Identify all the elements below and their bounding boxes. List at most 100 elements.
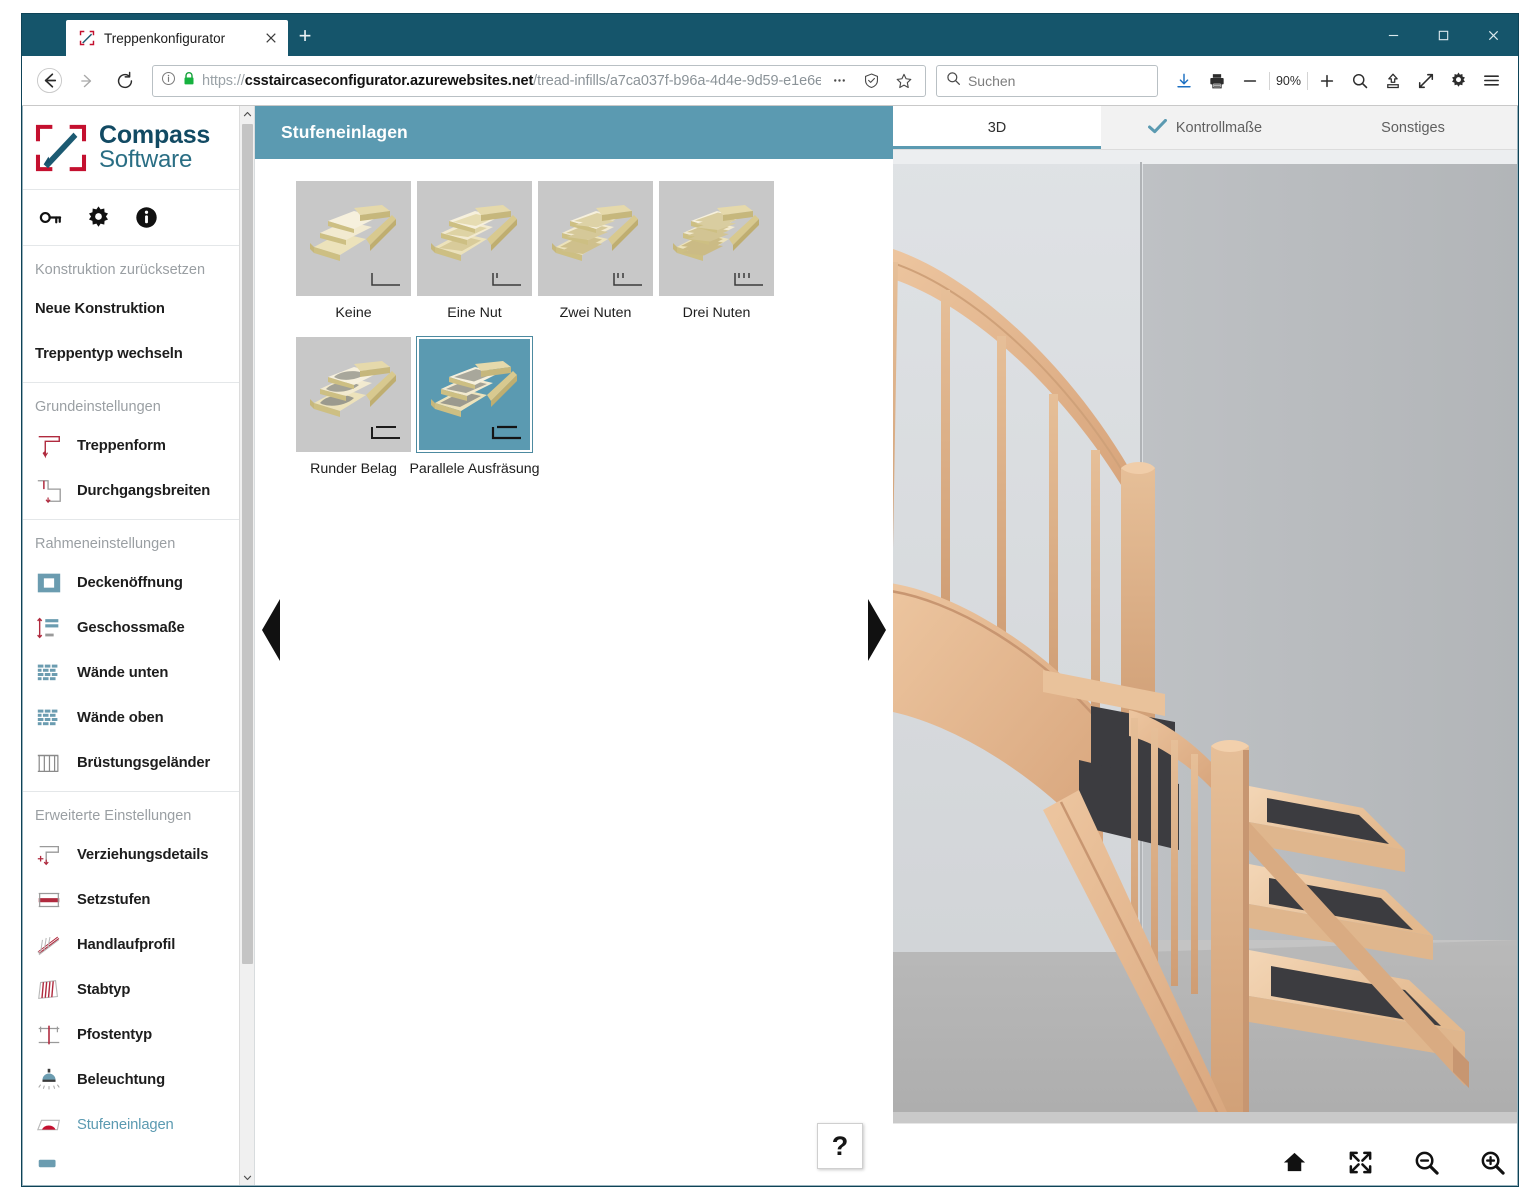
triangle-right-icon[interactable] — [863, 595, 889, 665]
option-thumbnail[interactable] — [417, 181, 532, 296]
url-host: csstaircaseconfigurator.azurewebsites.ne… — [244, 72, 534, 89]
viewer-controls — [1279, 1147, 1507, 1177]
window-close-icon[interactable] — [1468, 14, 1518, 56]
sidebar-item-verziehungsdetails[interactable]: Verziehungsdetails — [23, 832, 254, 877]
ellipsis-icon[interactable] — [827, 66, 853, 96]
option-label: Drei Nuten — [682, 305, 751, 321]
triangle-left-icon[interactable] — [259, 595, 285, 665]
url-bar[interactable]: https://csstaircaseconfigurator.azureweb… — [152, 64, 926, 97]
zoom-level-label[interactable]: 90% — [1268, 71, 1308, 90]
option-runder-belag[interactable]: Runder Belag — [293, 337, 414, 477]
tab-3d[interactable]: 3D — [893, 106, 1101, 149]
sidebar-item-label: Handlaufprofil — [77, 936, 176, 953]
sidebar-item-treppentyp-wechseln[interactable]: Treppentyp wechseln — [23, 331, 254, 376]
option-keine[interactable]: Keine — [293, 181, 414, 321]
minimize-icon[interactable] — [1368, 14, 1418, 56]
sidebar-item-stabtyp[interactable]: Stabtyp — [23, 967, 254, 1012]
home-icon[interactable] — [1279, 1147, 1309, 1177]
sidebar-item-beleuchtung[interactable]: Beleuchtung — [23, 1057, 254, 1102]
sidebar-item-treppenform[interactable]: Treppenform — [23, 423, 254, 468]
sidebar-scrollbar-thumb[interactable] — [242, 124, 253, 964]
minus-icon[interactable] — [1234, 63, 1267, 99]
search-input[interactable]: Suchen — [935, 64, 1158, 97]
stair-preview-icon — [552, 205, 642, 286]
url-scheme: https:// — [202, 72, 245, 89]
ceiling-opening-icon — [35, 569, 77, 597]
sidebar-item-waende-unten[interactable]: Wände unten — [23, 650, 254, 695]
sidebar-item-partial-next[interactable] — [23, 1147, 254, 1185]
info-icon[interactable] — [133, 205, 159, 231]
printer-icon[interactable] — [1201, 63, 1234, 99]
star-icon[interactable] — [891, 66, 917, 96]
sidebar-scrollbar[interactable] — [239, 106, 254, 1185]
option-row: Runder Belag Parallele Ausfräsung — [293, 337, 893, 483]
reload-icon[interactable] — [108, 64, 142, 98]
tab-sonstiges[interactable]: Sonstiges — [1309, 106, 1517, 149]
magnifier-icon[interactable] — [1343, 63, 1376, 99]
info-circle-icon[interactable] — [161, 71, 176, 91]
zoom-out-icon[interactable] — [1411, 1147, 1441, 1177]
sidebar-icon-bar — [23, 190, 254, 246]
gear-icon[interactable] — [85, 205, 111, 231]
option-thumbnail[interactable] — [296, 181, 411, 296]
option-thumbnail-selected[interactable] — [417, 337, 532, 452]
tab-label: Sonstiges — [1381, 119, 1445, 136]
viewer-panel: 3D Kontrollmaße Sonstiges — [893, 106, 1517, 1185]
sidebar-item-handlaufprofil[interactable]: Handlaufprofil — [23, 922, 254, 967]
sidebar-item-label: Verziehungsdetails — [77, 846, 209, 863]
maximize-icon[interactable] — [1418, 14, 1468, 56]
sidebar-item-neue-konstruktion[interactable]: Neue Konstruktion — [23, 286, 254, 331]
option-thumbnail[interactable] — [659, 181, 774, 296]
search-placeholder: Suchen — [967, 72, 1016, 89]
gear-icon[interactable] — [1442, 63, 1475, 99]
save-to-pocket-icon[interactable] — [1376, 63, 1409, 99]
arrow-left-icon[interactable] — [32, 64, 66, 98]
plus-icon[interactable] — [1310, 63, 1343, 99]
option-eine-nut[interactable]: Eine Nut — [414, 181, 535, 321]
sidebar-item-durchgangsbreiten[interactable]: Durchgangsbreiten — [23, 468, 254, 513]
zoom-in-icon[interactable] — [1477, 1147, 1507, 1177]
expand-arrows-icon[interactable] — [1409, 63, 1442, 99]
chevron-up-icon[interactable] — [240, 106, 255, 122]
baluster-type-icon — [35, 976, 77, 1004]
sidebar-group-heading: Grundeinstellungen — [35, 399, 161, 415]
padlock-icon[interactable] — [182, 71, 196, 91]
sidebar-item-label: Geschossmaße — [77, 619, 185, 636]
sidebar-item-label: Deckenöffnung — [77, 574, 183, 591]
stair-preview-icon — [431, 361, 521, 440]
sidebar-item-pfostentyp[interactable]: Pfostentyp — [23, 1012, 254, 1057]
sidebar-item-label: Treppentyp wechseln — [35, 345, 183, 362]
hamburger-menu-icon[interactable] — [1475, 63, 1508, 99]
app-logo[interactable]: Compass Software — [23, 106, 254, 190]
sidebar-item-geschossmasse[interactable]: Geschossmaße — [23, 605, 254, 650]
option-parallele-ausfraesung[interactable]: Parallele Ausfräsung — [409, 337, 540, 477]
browser-tab[interactable]: Treppenkonfigurator — [66, 20, 288, 56]
download-icon[interactable] — [1168, 63, 1201, 99]
sidebar-item-waende-oben[interactable]: Wände oben — [23, 695, 254, 740]
close-icon[interactable] — [262, 29, 280, 47]
option-grid: Keine Eine Nut Zwei Nuten Drei Nuten Run… — [255, 159, 893, 483]
arrow-right-icon[interactable] — [70, 64, 104, 98]
reader-view-icon[interactable] — [859, 66, 885, 96]
sidebar-item-stufeneinlagen[interactable]: Stufeneinlagen — [23, 1102, 254, 1147]
option-thumbnail[interactable] — [296, 337, 411, 452]
plus-icon[interactable]: + — [288, 20, 322, 56]
option-label: Runder Belag — [310, 461, 397, 477]
option-zwei-nuten[interactable]: Zwei Nuten — [535, 181, 656, 321]
tab-label: 3D — [987, 119, 1007, 136]
key-icon[interactable] — [37, 205, 63, 231]
riser-icon — [35, 886, 77, 914]
compass-square-icon — [33, 122, 89, 174]
tab-kontrollmasse[interactable]: Kontrollmaße — [1101, 106, 1309, 149]
wall-bottom-icon — [35, 659, 77, 687]
option-drei-nuten[interactable]: Drei Nuten — [656, 181, 777, 321]
sidebar-item-label: Wände unten — [77, 664, 169, 681]
option-thumbnail[interactable] — [538, 181, 653, 296]
fit-screen-icon[interactable] — [1345, 1147, 1375, 1177]
sidebar-item-deckenoeffnung[interactable]: Deckenöffnung — [23, 560, 254, 605]
sidebar-item-bruestungsgelaender[interactable]: Brüstungsgeländer — [23, 740, 254, 785]
sidebar-item-setzstufen[interactable]: Setzstufen — [23, 877, 254, 922]
viewport-3d[interactable] — [893, 150, 1517, 1185]
chevron-down-icon[interactable] — [240, 1169, 255, 1185]
help-button[interactable]: ? — [817, 1123, 863, 1169]
